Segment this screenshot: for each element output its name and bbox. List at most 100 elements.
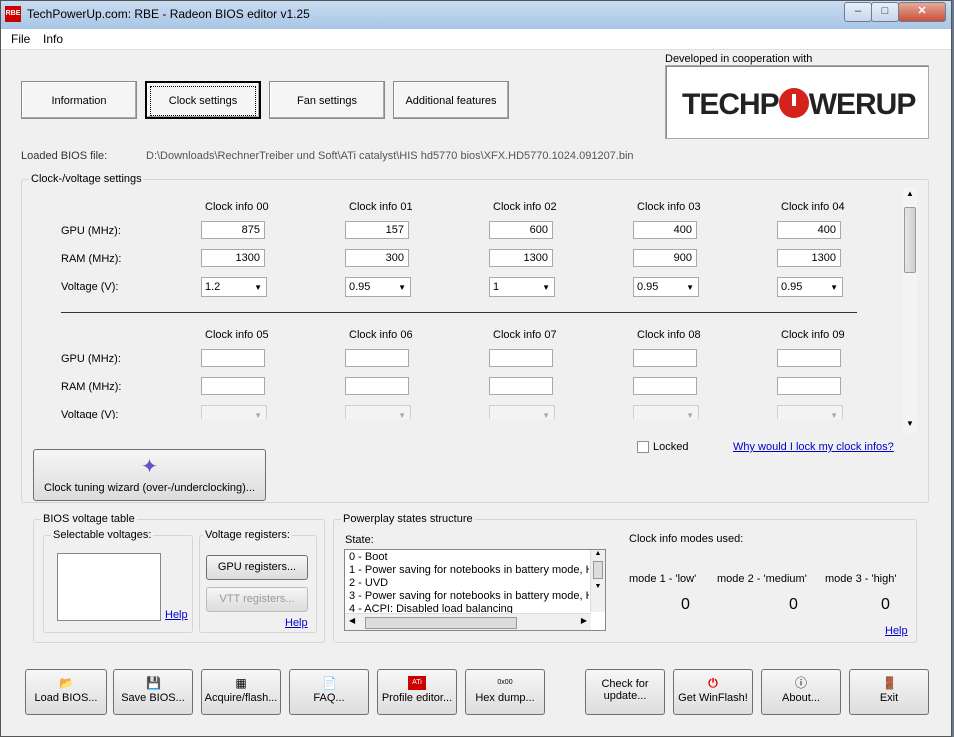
maximize-button[interactable]: □ <box>871 2 899 22</box>
ram-clock-input[interactable] <box>489 377 553 395</box>
dropdown-arrow-icon: ▼ <box>542 283 550 292</box>
clock-tuning-wizard-button[interactable]: ✦ Clock tuning wizard (over-/underclocki… <box>33 449 266 501</box>
logo-caption: Developed in cooperation with <box>665 53 813 65</box>
scrollbar-thumb[interactable] <box>904 207 916 273</box>
save-bios-button[interactable]: 💾 Save BIOS... <box>113 669 193 715</box>
mode-label: mode 2 - 'medium' <box>717 573 807 585</box>
profile-editor-button[interactable]: ATi Profile editor... <box>377 669 457 715</box>
gpu-clock-input[interactable]: 400 <box>633 221 697 239</box>
button-label: About... <box>782 692 820 704</box>
gpu-clock-input[interactable]: 157 <box>345 221 409 239</box>
logo-text-b: WERUP <box>808 88 917 121</box>
clock-info-header: Clock info 07 <box>493 329 557 341</box>
separator-line <box>61 312 857 313</box>
scroll-up-icon[interactable]: ▲ <box>591 550 605 557</box>
wizard-button-label: Clock tuning wizard (over-/underclocking… <box>44 482 255 494</box>
ram-clock-input[interactable] <box>777 377 841 395</box>
state-list[interactable]: 0 - Boot 1 - Power saving for notebooks … <box>344 549 606 631</box>
clock-panel-scrollbar[interactable]: ▲ ▼ <box>903 187 917 433</box>
voltage-value: 1 <box>493 281 500 293</box>
state-list-vscroll[interactable]: ▲ ▼ <box>590 550 605 612</box>
loaded-bios-path: D:\Downloads\RechnerTreiber und Soft\ATi… <box>146 150 634 162</box>
gpu-clock-input[interactable] <box>777 349 841 367</box>
hex-dump-button[interactable]: 0x00 Hex dump... <box>465 669 545 715</box>
gpu-registers-button[interactable]: GPU registers... <box>206 555 308 580</box>
exit-button[interactable]: 🚪 Exit <box>849 669 929 715</box>
mode-label: mode 1 - 'low' <box>629 573 697 585</box>
scrollbar-thumb[interactable] <box>365 617 517 629</box>
tab-additional-features-label: Additional features <box>405 95 497 107</box>
menu-info[interactable]: Info <box>43 32 63 46</box>
ram-clock-input[interactable]: 1300 <box>489 249 553 267</box>
voltage-select[interactable]: 0.95 ▼ <box>777 277 843 297</box>
scroll-right-icon[interactable]: ▶ <box>581 616 587 625</box>
dropdown-arrow-icon: ▼ <box>254 411 262 419</box>
menu-file[interactable]: File <box>11 32 30 46</box>
tab-clock-settings[interactable]: Clock settings <box>145 81 261 119</box>
voltage-select[interactable]: ▼ <box>345 405 411 419</box>
ram-clock-input[interactable]: 900 <box>633 249 697 267</box>
clock-info-header: Clock info 03 <box>637 201 701 213</box>
voltage-select[interactable]: ▼ <box>777 405 843 419</box>
acquire-flash-button[interactable]: ▦ Acquire/flash... <box>201 669 281 715</box>
gpu-clock-input[interactable]: 600 <box>489 221 553 239</box>
state-list-hscroll[interactable]: ◀ ▶ <box>345 613 591 630</box>
clock-info-header: Clock info 00 <box>205 201 269 213</box>
ram-clock-input[interactable]: 1300 <box>201 249 265 267</box>
check-update-button[interactable]: Check for update... <box>585 669 665 715</box>
minimize-button[interactable]: – <box>844 2 872 22</box>
lock-clock-info-link[interactable]: Why would I lock my clock infos? <box>733 441 894 453</box>
list-item[interactable]: 3 - Power saving for notebooks in batter… <box>349 590 589 603</box>
help-link[interactable]: Help <box>165 609 188 621</box>
voltage-select[interactable]: 1.2 ▼ <box>201 277 267 297</box>
voltage-select[interactable]: ▼ <box>489 405 555 419</box>
tab-information[interactable]: Information <box>21 81 137 119</box>
locked-checkbox[interactable] <box>637 441 649 453</box>
vtt-registers-button[interactable]: VTT registers... <box>206 587 308 612</box>
help-link[interactable]: Help <box>285 617 308 629</box>
help-link[interactable]: Help <box>885 625 908 637</box>
button-label: Hex dump... <box>475 692 535 704</box>
ram-clock-input[interactable] <box>345 377 409 395</box>
scroll-up-icon[interactable]: ▲ <box>906 189 914 198</box>
load-bios-button[interactable]: 📂 Load BIOS... <box>25 669 107 715</box>
list-item[interactable]: 0 - Boot <box>349 551 589 564</box>
gpu-clock-input[interactable]: 400 <box>777 221 841 239</box>
gpu-clock-input[interactable] <box>489 349 553 367</box>
voltage-select[interactable]: ▼ <box>633 405 699 419</box>
dropdown-arrow-icon: ▼ <box>542 411 550 419</box>
gpu-clock-input[interactable] <box>201 349 265 367</box>
ram-clock-input[interactable] <box>201 377 265 395</box>
gpu-clock-input[interactable] <box>633 349 697 367</box>
ram-clock-input[interactable]: 1300 <box>777 249 841 267</box>
voltage-value: 1.2 <box>205 281 221 293</box>
voltage-select[interactable]: 0.95 ▼ <box>633 277 699 297</box>
logo-text-a: TECHP <box>682 88 780 121</box>
voltage-select[interactable]: 0.95 ▼ <box>345 277 411 297</box>
faq-button[interactable]: 📄 FAQ... <box>289 669 369 715</box>
voltage-value: 0.95 <box>637 281 659 293</box>
tab-additional-features[interactable]: Additional features <box>393 81 509 119</box>
gpu-clock-input[interactable]: 875 <box>201 221 265 239</box>
list-item[interactable]: 2 - UVD <box>349 577 589 590</box>
get-winflash-button[interactable]: ⏻ Get WinFlash! <box>673 669 753 715</box>
techpowerup-logo[interactable]: TECHP WERUP <box>665 65 929 139</box>
about-button[interactable]: ⓘ About... <box>761 669 841 715</box>
clock-voltage-title: Clock-/voltage settings <box>29 173 144 185</box>
scroll-left-icon[interactable]: ◀ <box>349 616 355 625</box>
tab-fan-settings[interactable]: Fan settings <box>269 81 385 119</box>
voltage-select[interactable]: 1 ▼ <box>489 277 555 297</box>
list-item[interactable]: 1 - Power saving for notebooks in batter… <box>349 564 589 577</box>
gpu-clock-input[interactable] <box>345 349 409 367</box>
voltage-value: 0.95 <box>781 281 803 293</box>
scroll-down-icon[interactable]: ▼ <box>906 419 914 428</box>
voltage-select[interactable]: ▼ <box>201 405 267 419</box>
ram-clock-input[interactable] <box>633 377 697 395</box>
tab-information-label: Information <box>51 95 107 107</box>
ram-clock-input[interactable]: 300 <box>345 249 409 267</box>
selectable-voltages-list[interactable] <box>57 553 161 621</box>
scroll-down-icon[interactable]: ▼ <box>591 583 605 590</box>
clock-modes-title: Clock info modes used: <box>629 533 744 545</box>
close-button[interactable]: ✕ <box>898 2 946 22</box>
scrollbar-thumb[interactable] <box>593 561 603 579</box>
